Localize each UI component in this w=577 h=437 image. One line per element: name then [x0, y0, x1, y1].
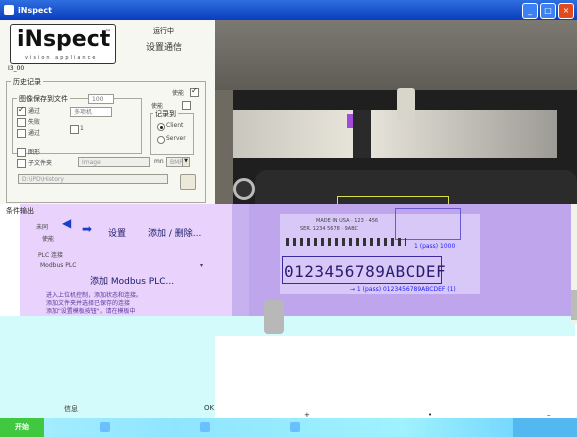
record-to-group: 记录到: [150, 109, 194, 155]
client-radio[interactable]: [157, 123, 165, 131]
logo-tm: ™: [105, 29, 111, 36]
value1-checkbox[interactable]: [70, 125, 79, 134]
title-bar: iNspect _ □ ×: [0, 0, 577, 20]
server-label: Server: [166, 135, 186, 142]
image-label: 图形: [28, 149, 41, 156]
subfolder-field[interactable]: Image: [78, 157, 150, 167]
right-arrow-icon[interactable]: ➡: [82, 222, 92, 236]
fail-checkbox[interactable]: [17, 118, 26, 127]
logo-tagline: vision appliance: [25, 55, 98, 61]
scrollbar-thumb[interactable]: [571, 290, 577, 320]
image-checkbox[interactable]: [17, 148, 26, 157]
settings-label[interactable]: 设置: [108, 226, 126, 239]
pass-checkbox[interactable]: [17, 105, 26, 116]
camera-screw: [233, 178, 255, 200]
pass-label: 通过: [28, 108, 41, 115]
taskbar-app-icon-3[interactable]: [290, 422, 300, 432]
plc-dropdown-icon[interactable]: ▾: [200, 262, 203, 269]
plc-select[interactable]: Modbus PLC: [40, 262, 76, 269]
ocr-string: 0123456789ABCDEF: [284, 262, 447, 281]
camera-finger: [397, 88, 415, 120]
add-remove-label[interactable]: 添加 / 删除...: [148, 226, 201, 239]
camera-part: [233, 110, 557, 158]
save-image-title: 图像保存到文件: [17, 94, 70, 104]
taskbar-app-icon-2[interactable]: [200, 422, 210, 432]
value1-label: 1: [80, 125, 84, 132]
taskbar-app-icon-1[interactable]: [100, 422, 110, 432]
close-button[interactable]: ×: [558, 3, 574, 19]
pass2-checkbox[interactable]: [17, 129, 26, 138]
window-title: iNspect: [18, 5, 52, 15]
settings-comm-link[interactable]: 设置通信: [146, 40, 182, 53]
ocr-small-text-2: SER. 1234 5678 · 9ABC: [300, 226, 359, 232]
ocr-result-label-2: → 1 (pass) 0123456789ABCDEF (1): [350, 286, 456, 293]
camera-plate-top: [215, 20, 577, 90]
subfolder-checkbox[interactable]: [17, 159, 26, 168]
save-count-field[interactable]: 100: [88, 94, 114, 104]
camera-marker: [347, 114, 353, 128]
ocr-side-box: [395, 208, 461, 240]
record-to-title: 记录到: [153, 109, 178, 119]
history-enable-label: 使能: [172, 90, 185, 97]
output-item-1[interactable]: 未同: [36, 222, 48, 231]
info-label: 信息: [64, 405, 78, 413]
history-enable-checkbox[interactable]: [190, 86, 199, 97]
maximize-button[interactable]: □: [540, 3, 556, 19]
path-field[interactable]: D:\iPD\History: [18, 174, 168, 184]
fail-label: 失败: [28, 119, 41, 126]
pass2-label: 通过: [28, 130, 41, 137]
add-modbus-button[interactable]: 添加 Modbus PLC...: [90, 274, 174, 287]
count-field[interactable]: 多项机: [70, 107, 112, 117]
output-title: 条件输出: [6, 207, 34, 215]
format-dropdown[interactable]: ▼: [182, 157, 190, 167]
ocr-result-label-1: 1 (pass) 1000: [414, 243, 456, 250]
mn-label: mn: [154, 158, 164, 165]
camera-view[interactable]: [215, 20, 577, 208]
client-label: Client: [166, 122, 184, 129]
subfolder-label: 子文件夹: [28, 160, 53, 167]
server-radio[interactable]: [157, 136, 165, 144]
ok-label: OK: [204, 404, 215, 412]
taskbar: 开始: [0, 418, 577, 437]
settings-panel: iNspect ™ vision appliance 运行中 设置通信 I3_0…: [0, 20, 216, 204]
status-running: 运行中: [153, 27, 174, 35]
start-button[interactable]: 开始: [0, 418, 44, 437]
device-id: I3_00: [8, 65, 25, 72]
enable2-checkbox[interactable]: [182, 101, 191, 110]
history-title: 历史记录: [11, 77, 43, 87]
minimize-button[interactable]: _: [522, 3, 538, 19]
output-desc-3: 添加"设置模板按钮"，请在模板中: [46, 308, 136, 315]
ocr-barcode: [286, 238, 406, 246]
logo-word: iNspect: [17, 27, 111, 52]
app-icon: [4, 5, 14, 15]
camera-screw-2: [264, 300, 284, 334]
ocr-small-text-1: MADE IN USA · 123 · 456: [316, 218, 379, 224]
output-item-2[interactable]: 使能: [42, 234, 54, 243]
system-tray: [513, 418, 577, 437]
browse-button[interactable]: [180, 174, 196, 190]
plc-conn-label: PLC 连接: [38, 252, 64, 259]
inspect-logo: iNspect ™ vision appliance: [10, 24, 116, 64]
camera-slot: [353, 110, 371, 158]
left-arrow-icon[interactable]: ◀: [62, 216, 71, 230]
